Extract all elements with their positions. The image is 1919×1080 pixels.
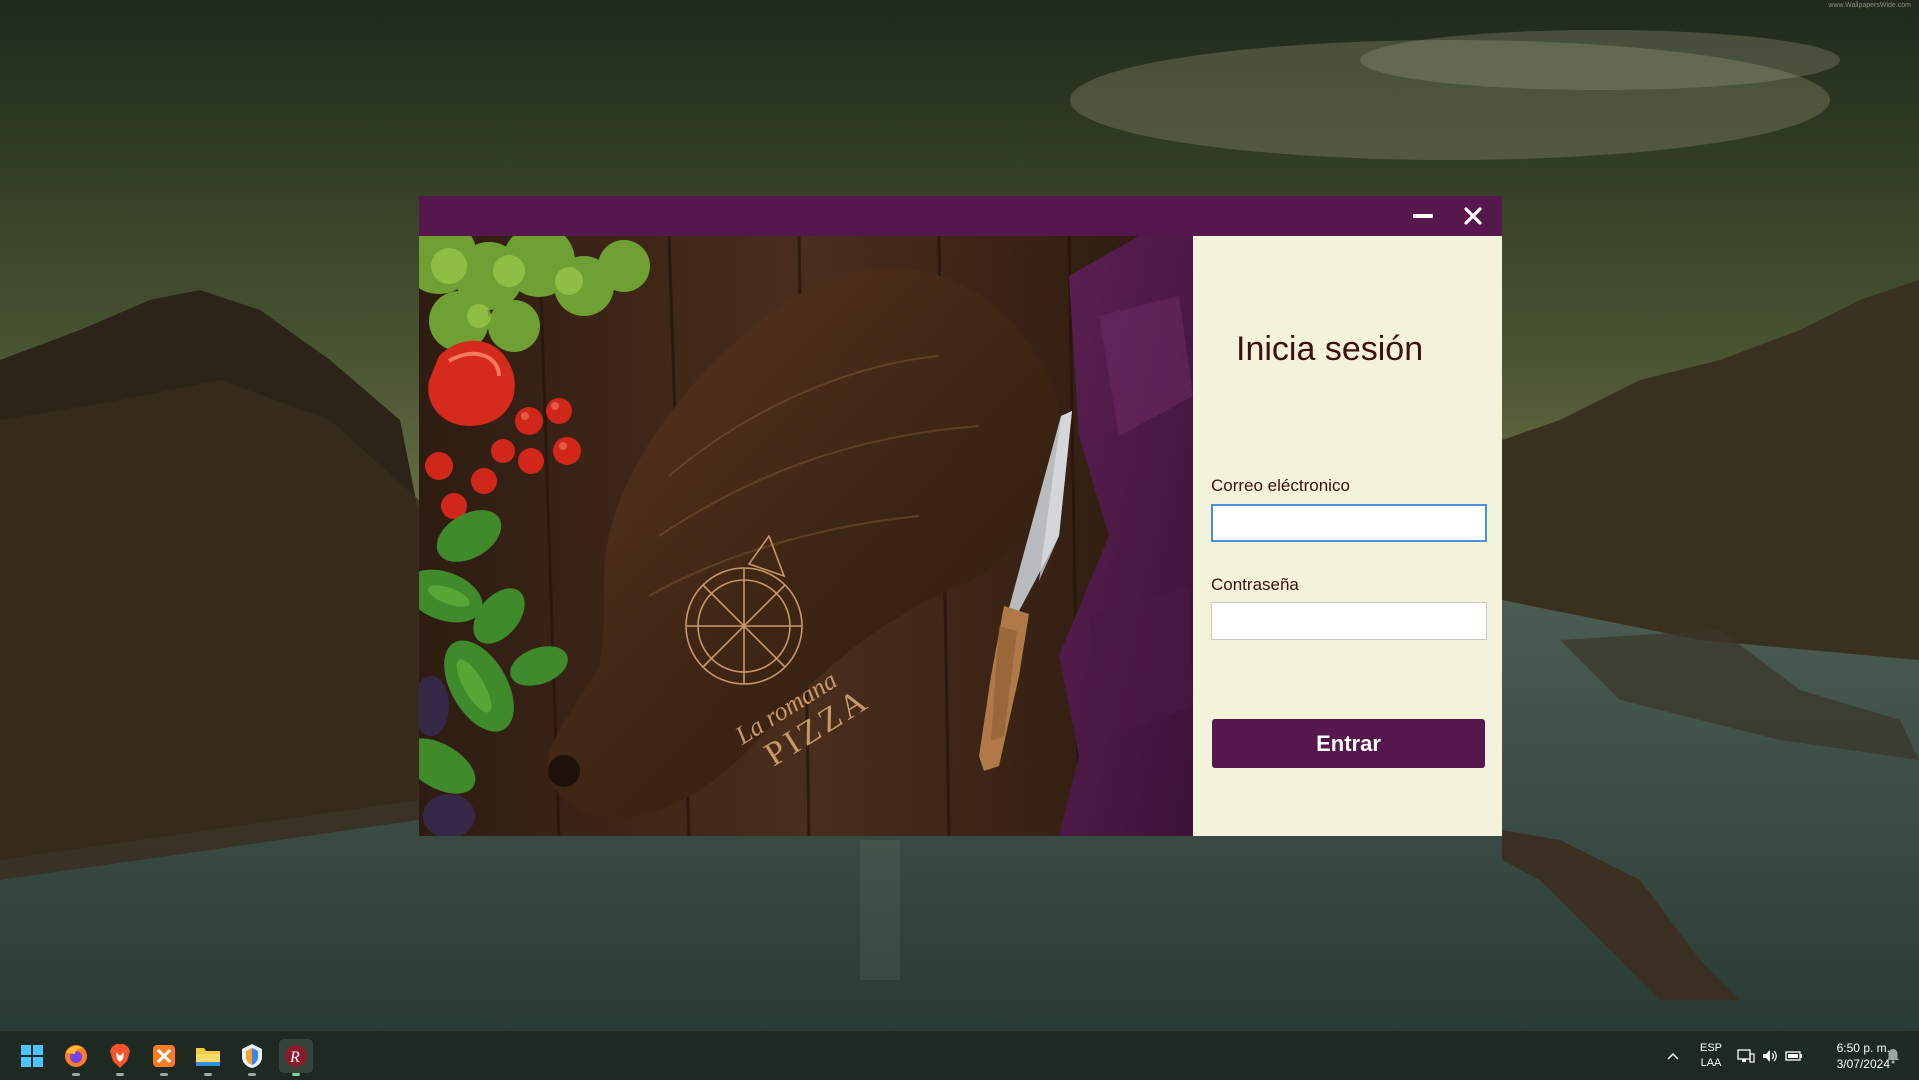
keyboard-layout-code: LAA [1700, 1056, 1722, 1069]
minimize-button[interactable] [1403, 196, 1443, 236]
notifications-button[interactable] [1878, 1031, 1908, 1080]
show-hidden-icons-button[interactable] [1660, 1031, 1686, 1080]
taskbar-shield-app[interactable] [235, 1039, 269, 1076]
pizza-board-photo: La romana PIZZA [419, 236, 1193, 836]
login-heading: Inicia sesión [1236, 330, 1424, 368]
hero-image: La romana PIZZA [419, 236, 1193, 836]
taskbar-xampp[interactable] [147, 1039, 181, 1076]
minimize-icon [1413, 214, 1433, 218]
close-button[interactable] [1453, 196, 1493, 236]
system-tray-icons[interactable] [1736, 1031, 1804, 1080]
taskbar-brave[interactable] [103, 1039, 137, 1076]
wallpaper-watermark: www.WallpapersWide.com [1828, 2, 1911, 9]
brave-icon [110, 1044, 130, 1068]
window-titlebar[interactable] [419, 196, 1502, 236]
login-panel: Inicia sesión Correo eléctronico Contras… [1193, 236, 1502, 836]
running-indicator [72, 1073, 80, 1076]
taskbar-file-explorer[interactable] [191, 1039, 225, 1076]
firefox-icon [65, 1045, 87, 1067]
running-indicator [204, 1073, 212, 1076]
input-language-indicator[interactable]: ESP LAA [1693, 1031, 1729, 1080]
file-explorer-icon [196, 1048, 220, 1066]
taskbar: R ESP LAA 6:50 p. m. 3/07/2024 [0, 1030, 1919, 1080]
taskbar-laromana-app[interactable]: R [279, 1039, 313, 1076]
volume-icon [1763, 1049, 1777, 1062]
battery-icon [1785, 1050, 1802, 1061]
submit-button[interactable]: Entrar [1212, 719, 1485, 768]
close-icon [1464, 207, 1482, 225]
running-indicator [116, 1073, 124, 1076]
start-button[interactable] [15, 1039, 49, 1073]
laromana-app-icon: R [285, 1045, 307, 1067]
email-field[interactable] [1211, 504, 1487, 542]
bell-icon [1887, 1048, 1899, 1064]
running-indicator [248, 1073, 256, 1076]
network-icon [1737, 1048, 1755, 1063]
language-code: ESP [1699, 1041, 1722, 1054]
password-field[interactable] [1211, 602, 1487, 640]
running-indicator [160, 1073, 168, 1076]
email-label: Correo eléctronico [1211, 476, 1350, 495]
chevron-up-icon [1667, 1052, 1679, 1060]
app-shield-icon [242, 1044, 262, 1068]
password-label: Contraseña [1211, 575, 1299, 594]
running-indicator [292, 1073, 300, 1076]
windows-start-icon [21, 1045, 43, 1067]
login-window: La romana PIZZA Inicia sesión Correo elé… [419, 196, 1502, 836]
svg-text:R: R [289, 1049, 300, 1066]
xampp-icon [153, 1045, 175, 1067]
taskbar-firefox[interactable] [59, 1039, 93, 1076]
